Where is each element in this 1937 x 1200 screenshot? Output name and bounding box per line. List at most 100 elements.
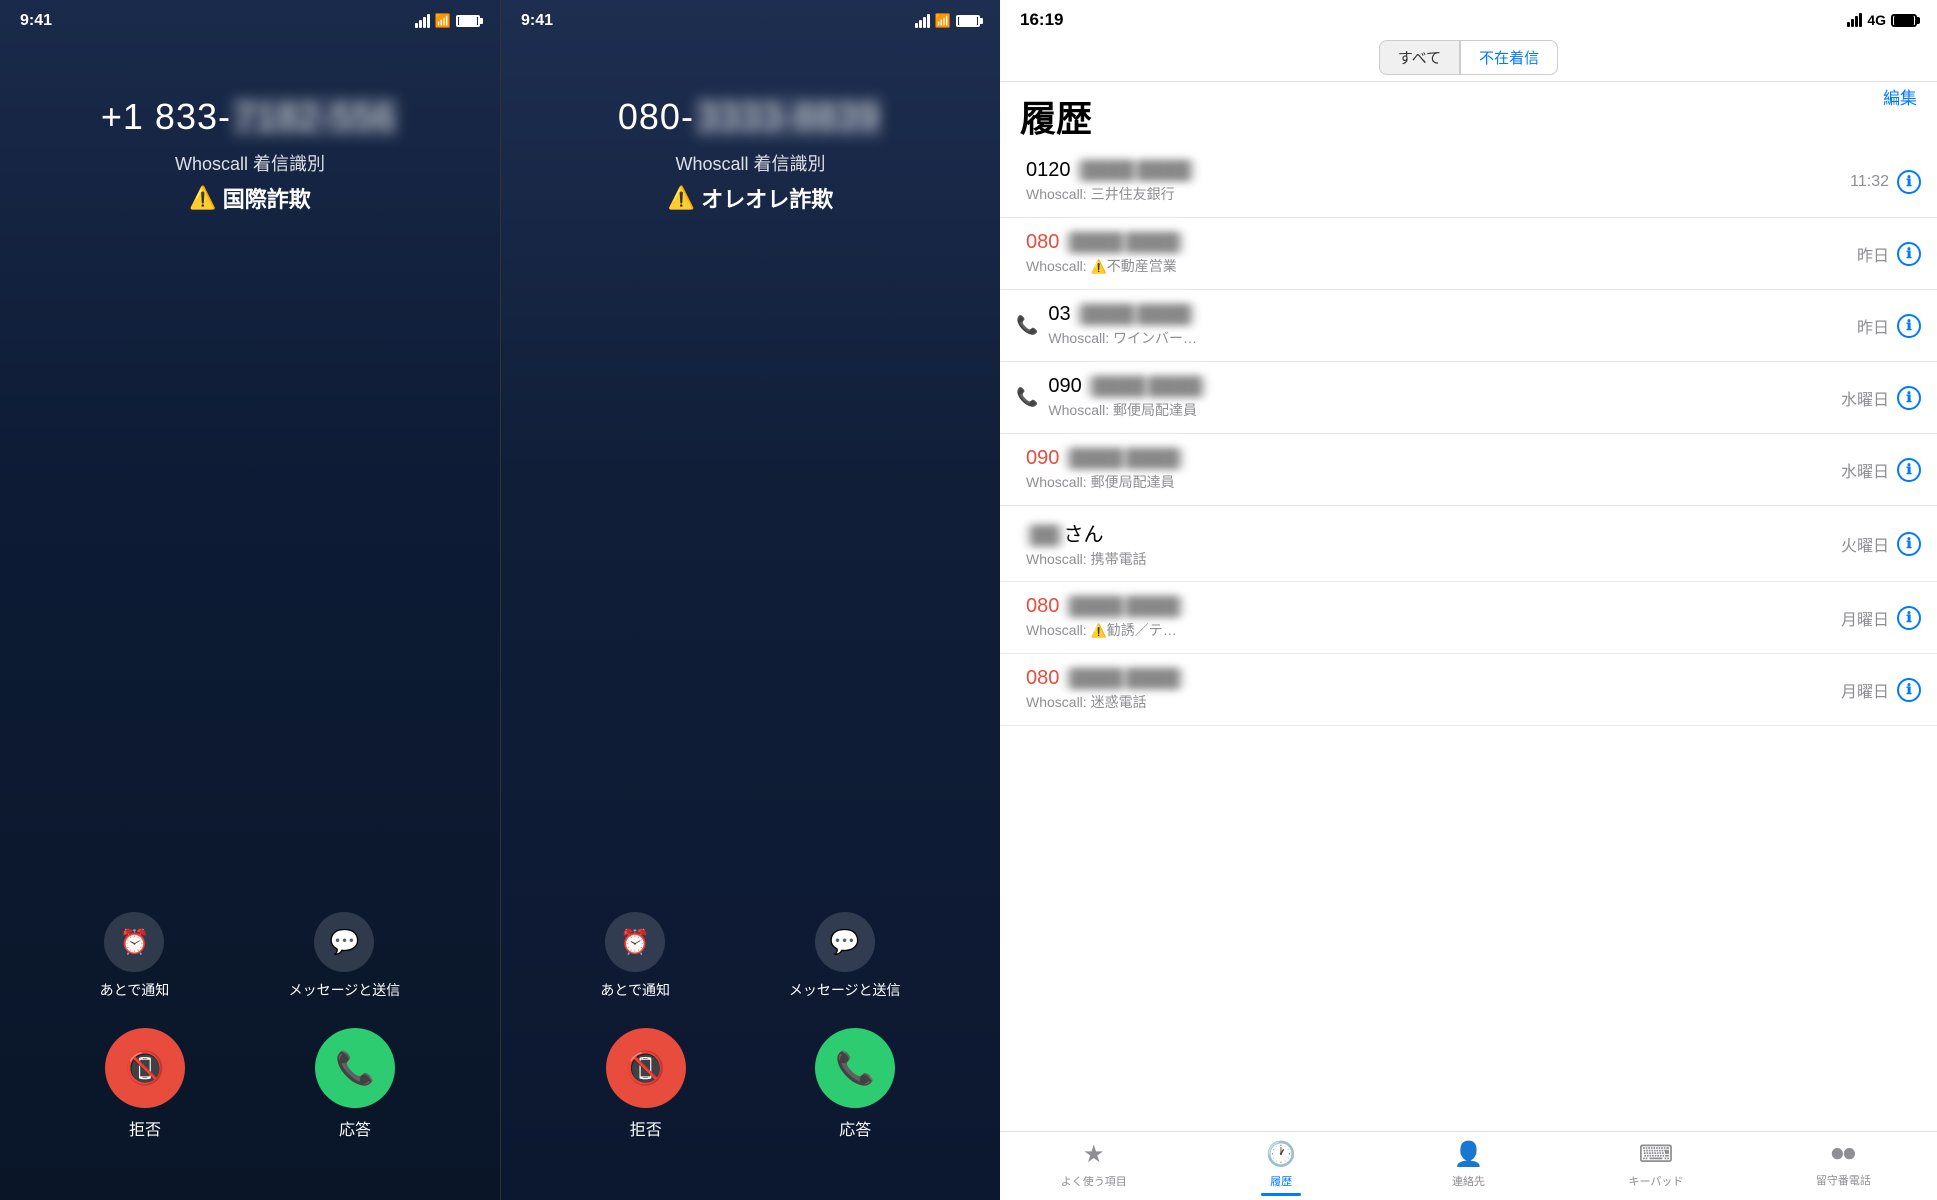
answer-btn-1[interactable]: 📞 応答	[315, 1028, 395, 1140]
call-number-3: 090 ████ ████	[1048, 375, 1841, 398]
time-2: 9:41	[521, 12, 553, 30]
signal-icon-2	[915, 14, 930, 28]
status-icons-1: 📶	[415, 13, 480, 29]
call-log-item-4[interactable]: 090 ████ ████ Whoscall: 郵便局配達員 水曜日 ℹ	[1000, 434, 1937, 506]
call-icon-2: 📞	[1016, 315, 1038, 336]
call-log-item-2[interactable]: 📞 03 ████ ████ Whoscall: ワインバー… 昨日 ℹ	[1000, 290, 1937, 362]
call-content-2: 080-3333-8839 Whoscall 着信識別 ⚠️ オレオレ詐欺	[501, 36, 1000, 214]
call-time-1: 昨日	[1857, 242, 1889, 266]
warning-icon-1: ⚠️	[189, 185, 216, 211]
answer-circle-2[interactable]: 📞	[815, 1028, 895, 1108]
remind-icon-2: ⏰	[605, 912, 665, 972]
call-time-2: 昨日	[1857, 314, 1889, 338]
fraud-warning-1: ⚠️ 国際詐欺	[189, 182, 310, 214]
missed-icon-3: 📞	[1016, 387, 1038, 407]
info-btn-7[interactable]: ℹ	[1897, 678, 1921, 702]
info-btn-6[interactable]: ℹ	[1897, 606, 1921, 630]
answer-btn-2[interactable]: 📞 応答	[815, 1028, 895, 1140]
call-buttons-2: 📵 拒否 📞 応答	[501, 1028, 1000, 1140]
call-content-1: +1 833-7182-556 Whoscall 着信識別 ⚠️ 国際詐欺	[0, 36, 500, 214]
tab-keypad[interactable]: ⌨ キーパッド	[1562, 1140, 1749, 1196]
remind-btn-2[interactable]: ⏰ あとで通知	[600, 912, 670, 1000]
status-icons-2: 📶	[915, 13, 980, 29]
call-log-middle-0: 0120 ████ ████ Whoscall: 三井住友銀行	[1026, 159, 1850, 204]
ios-battery-icon	[1891, 14, 1917, 27]
call-buttons-1: 📵 拒否 📞 応答	[0, 1028, 500, 1140]
time-1: 9:41	[20, 12, 52, 30]
call-number-7: 080 ████ ████	[1026, 667, 1841, 690]
top-tabs-container: すべて 不在着信 編集	[1000, 34, 1937, 82]
remind-btn-1[interactable]: ⏰ あとで通知	[100, 912, 170, 1000]
message-icon-2: 💬	[815, 912, 875, 972]
message-icon-1: 💬	[314, 912, 374, 972]
status-bar-2: 9:41 📶	[501, 0, 1000, 36]
call-desc-3: Whoscall: 郵便局配達員	[1048, 400, 1841, 420]
blurred-2: ████ ████	[1076, 304, 1195, 325]
info-btn-1[interactable]: ℹ	[1897, 242, 1921, 266]
status-bar-1: 9:41 📶	[0, 0, 500, 36]
call-log-right-3: 水曜日 ℹ	[1841, 386, 1921, 410]
call-log-right-7: 月曜日 ℹ	[1841, 678, 1921, 702]
call-log-middle-2: 03 ████ ████ Whoscall: ワインバー…	[1048, 303, 1857, 348]
answer-circle-1[interactable]: 📞	[315, 1028, 395, 1108]
call-log-item-3[interactable]: 📞 090 ████ ████ Whoscall: 郵便局配達員 水曜日 ℹ	[1000, 362, 1937, 434]
decline-btn-2[interactable]: 📵 拒否	[606, 1028, 686, 1140]
call-log-item-7[interactable]: 080 ████ ████ Whoscall: 迷惑電話 月曜日 ℹ	[1000, 654, 1937, 726]
call-log-right-5: 火曜日 ℹ	[1841, 532, 1921, 556]
info-btn-3[interactable]: ℹ	[1897, 386, 1921, 410]
call-number-6: 080 ████ ████	[1026, 595, 1841, 618]
blurred-1: ████ ████	[1065, 232, 1184, 253]
tab-favorites[interactable]: ★ よく使う項目	[1000, 1140, 1187, 1196]
edit-button[interactable]: 編集	[1883, 84, 1917, 109]
whoscall-label-1: Whoscall 着信識別	[175, 150, 325, 176]
bottom-tab-bar: ★ よく使う項目 🕐 履歴 👤 連絡先 ⌨ キーパッド ⏺⏺ 留守番電話	[1000, 1131, 1937, 1200]
right-panel: 16:19 4G すべて 不在着信 編集 履歴 0120 ████ ████	[1000, 0, 1937, 1200]
blurred-number-2: 3333-8839	[694, 96, 883, 138]
blurred-3: ████ ████	[1087, 376, 1206, 397]
decline-circle-2[interactable]: 📵	[606, 1028, 686, 1108]
favorites-label: よく使う項目	[1061, 1173, 1127, 1189]
call-log-item-0[interactable]: 0120 ████ ████ Whoscall: 三井住友銀行 11:32 ℹ	[1000, 146, 1937, 218]
call-log-item-5[interactable]: ██さん Whoscall: 携帯電話 火曜日 ℹ	[1000, 506, 1937, 582]
info-btn-4[interactable]: ℹ	[1897, 458, 1921, 482]
call-desc-5: Whoscall: 携帯電話	[1026, 549, 1841, 569]
warning-icon-2: ⚠️	[668, 185, 695, 211]
blurred-5: ██	[1026, 525, 1064, 546]
recents-label: 履歴	[1270, 1173, 1292, 1189]
message-btn-2[interactable]: 💬 メッセージと送信	[789, 912, 901, 1000]
call-desc-0: Whoscall: 三井住友銀行	[1026, 184, 1850, 204]
call-desc-2: Whoscall: ワインバー…	[1048, 328, 1857, 348]
info-btn-0[interactable]: ℹ	[1897, 170, 1921, 194]
tab-recents[interactable]: 🕐 履歴	[1187, 1140, 1374, 1196]
call-log-right-1: 昨日 ℹ	[1857, 242, 1921, 266]
voicemail-icon: ⏺⏺	[1831, 1140, 1855, 1168]
call-log-item-6[interactable]: 080 ████ ████ Whoscall: ⚠️勧誘／テ… 月曜日 ℹ	[1000, 582, 1937, 654]
tab-active-indicator	[1261, 1193, 1301, 1196]
blurred-7: ████ ████	[1065, 668, 1184, 689]
call-log-middle-4: 090 ████ ████ Whoscall: 郵便局配達員	[1026, 447, 1841, 492]
ios-signal-icon	[1847, 13, 1862, 27]
call-number-4: 090 ████ ████	[1026, 447, 1841, 470]
call-log-item-1[interactable]: 080 ████ ████ Whoscall: ⚠️不動産営業 昨日 ℹ	[1000, 218, 1937, 290]
message-btn-1[interactable]: 💬 メッセージと送信	[289, 912, 401, 1000]
wifi-icon-2: 📶	[935, 13, 951, 29]
wifi-icon-1: 📶	[435, 13, 451, 29]
info-btn-5[interactable]: ℹ	[1897, 532, 1921, 556]
call-number-1: 080 ████ ████	[1026, 231, 1857, 254]
tab-voicemail[interactable]: ⏺⏺ 留守番電話	[1750, 1140, 1937, 1196]
ios-status-icons: 4G	[1847, 12, 1917, 28]
favorites-icon: ★	[1083, 1140, 1105, 1169]
decline-circle-1[interactable]: 📵	[105, 1028, 185, 1108]
info-btn-2[interactable]: ℹ	[1897, 314, 1921, 338]
tab-all[interactable]: すべて	[1379, 40, 1460, 75]
tab-contacts[interactable]: 👤 連絡先	[1375, 1140, 1562, 1196]
call-time-4: 水曜日	[1841, 458, 1889, 482]
call-log-middle-5: ██さん Whoscall: 携帯電話	[1026, 518, 1841, 569]
decline-btn-1[interactable]: 📵 拒否	[105, 1028, 185, 1140]
tab-missed[interactable]: 不在着信	[1460, 40, 1558, 75]
ios-time: 16:19	[1020, 10, 1063, 30]
call-time-7: 月曜日	[1841, 678, 1889, 702]
call-log-middle-6: 080 ████ ████ Whoscall: ⚠️勧誘／テ…	[1026, 595, 1841, 640]
caller-number-2: 080-3333-8839	[618, 96, 883, 138]
call-time-0: 11:32	[1850, 173, 1889, 191]
